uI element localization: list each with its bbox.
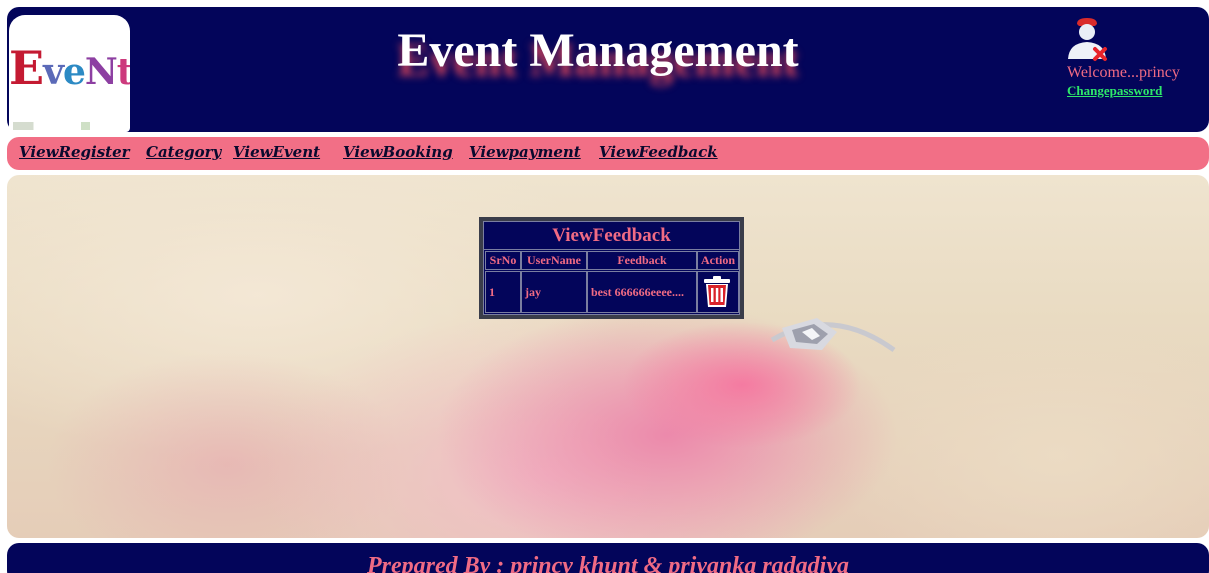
nav-category[interactable]: Category	[146, 143, 221, 161]
ring-image	[770, 318, 896, 353]
user-remove-icon	[1068, 18, 1107, 61]
feedback-table-inner: ViewFeedback SrNo UserName Feedback Acti…	[483, 221, 740, 315]
table-cell-username: jay	[521, 271, 587, 313]
nav-view-feedback[interactable]: ViewFeedback	[599, 143, 718, 161]
welcome-text: Welcome...princy	[1067, 64, 1180, 81]
main-nav: ViewRegister Category ViewEvent ViewBook…	[7, 137, 1209, 170]
logo-strip	[13, 122, 126, 130]
nav-view-register[interactable]: ViewRegister	[19, 143, 130, 161]
change-password-link[interactable]: Changepassword	[1067, 83, 1162, 99]
nav-view-event[interactable]: ViewEvent	[233, 143, 320, 161]
col-header-feedback: Feedback	[587, 251, 697, 270]
feedback-table-title: ViewFeedback	[484, 225, 739, 250]
col-header-srno: SrNo	[485, 251, 521, 270]
nav-view-booking[interactable]: ViewBooking	[343, 143, 453, 161]
trash-icon[interactable]	[703, 276, 731, 308]
table-cell-srno: 1	[485, 271, 521, 313]
table-cell-action	[697, 271, 739, 313]
col-header-username: UserName	[521, 251, 587, 270]
feedback-table: ViewFeedback SrNo UserName Feedback Acti…	[479, 217, 744, 319]
table-cell-feedback: best 666666eeee....	[587, 271, 697, 313]
footer-bar: Prepared By : princy khunt & priyanka ra…	[7, 543, 1209, 573]
footer-credits: Prepared By : princy khunt & priyanka ra…	[366, 553, 849, 573]
col-header-action: Action	[697, 251, 739, 270]
site-title: Event Management	[397, 24, 799, 77]
nav-view-payment[interactable]: Viewpayment	[469, 143, 581, 161]
header-bar: EveNts Event Management Welcome...princy…	[7, 7, 1209, 132]
